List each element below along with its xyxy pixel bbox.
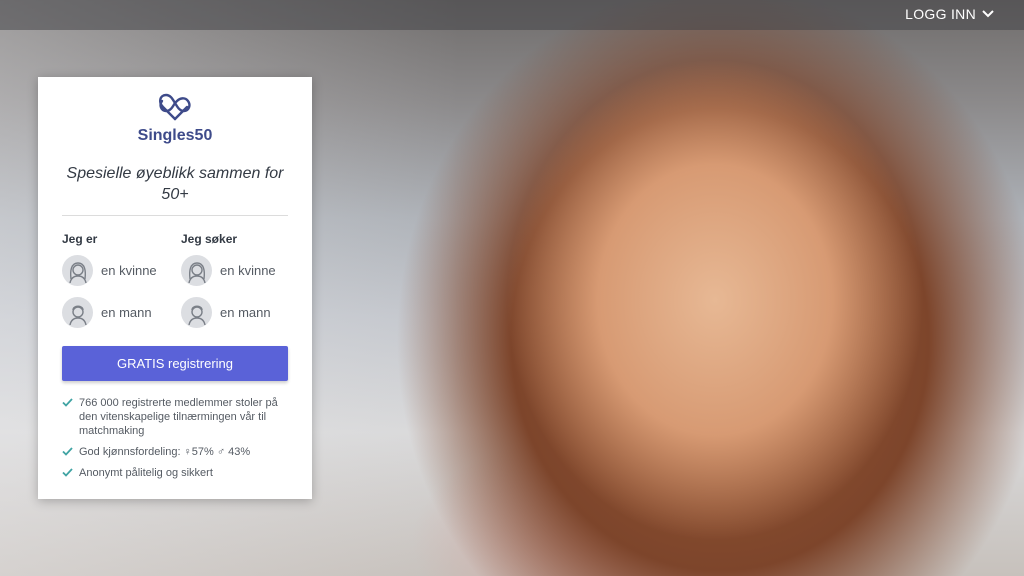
check-icon xyxy=(62,468,73,477)
feature-item: 766 000 registrerte medlemmer stoler på … xyxy=(62,396,292,438)
top-bar: LOGG INN xyxy=(0,0,1024,30)
seeking-heading: Jeg søker xyxy=(181,232,238,246)
heart-infinity-icon xyxy=(157,93,193,126)
i-am-man-label: en mann xyxy=(101,305,152,320)
divider xyxy=(62,215,288,216)
feature-text: 766 000 registrerte medlemmer stoler på … xyxy=(79,397,278,437)
registration-card: Singles50 Spesielle øyeblikk sammen for … xyxy=(38,77,312,499)
seeking-woman-label: en kvinne xyxy=(220,263,276,278)
check-icon xyxy=(62,447,73,456)
man-avatar-icon xyxy=(181,297,212,328)
i-am-heading: Jeg er xyxy=(62,232,98,246)
feature-item: Anonymt pålitelig og sikkert xyxy=(62,466,292,480)
brand-name: Singles50 xyxy=(137,127,213,144)
seeking-man-label: en mann xyxy=(220,305,271,320)
feature-text: Anonymt pålitelig og sikkert xyxy=(79,467,213,479)
seeking-man-option[interactable]: en mann xyxy=(181,297,271,328)
login-button[interactable]: LOGG INN xyxy=(905,6,994,22)
login-label: LOGG INN xyxy=(905,6,976,22)
i-am-man-option[interactable]: en mann xyxy=(62,297,152,328)
i-am-woman-option[interactable]: en kvinne xyxy=(62,255,157,286)
man-avatar-icon xyxy=(62,297,93,328)
tagline: Spesielle øyeblikk sammen for 50+ xyxy=(66,165,284,203)
woman-avatar-icon xyxy=(181,255,212,286)
logo[interactable] xyxy=(38,92,312,127)
check-icon xyxy=(62,398,73,407)
i-am-woman-label: en kvinne xyxy=(101,263,157,278)
feature-item: God kjønnsfordeling: ♀57% ♂ 43% xyxy=(62,445,292,459)
woman-avatar-icon xyxy=(62,255,93,286)
free-registration-button[interactable]: GRATIS registrering xyxy=(62,346,288,381)
chevron-down-icon xyxy=(982,10,994,18)
feature-list: 766 000 registrerte medlemmer stoler på … xyxy=(62,396,292,487)
seeking-woman-option[interactable]: en kvinne xyxy=(181,255,276,286)
feature-text: God kjønnsfordeling: ♀57% ♂ 43% xyxy=(79,446,251,458)
